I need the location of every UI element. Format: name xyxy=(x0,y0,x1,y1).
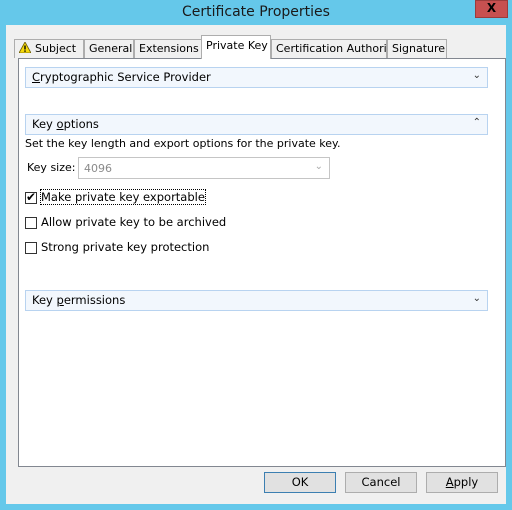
tab-label: Subject xyxy=(35,42,77,55)
apply-button[interactable]: Apply xyxy=(426,472,498,493)
tab-subject[interactable]: Subject xyxy=(14,39,84,58)
tab-extensions[interactable]: Extensions xyxy=(134,39,202,58)
chevron-up-icon: ⌃ xyxy=(472,117,481,128)
key-size-select[interactable]: 4096 ⌄ xyxy=(78,157,330,179)
tab-signature[interactable]: Signature xyxy=(387,39,447,58)
checkbox[interactable]: ✔ xyxy=(25,190,37,204)
ok-button[interactable]: OK xyxy=(264,472,336,493)
checkbox[interactable] xyxy=(25,217,37,229)
key-permissions-section-label: Key permissions xyxy=(32,293,126,307)
dialog-client: Subject General Extensions Private Key C… xyxy=(6,25,506,504)
csp-section-label: Cryptographic Service Provider xyxy=(32,70,211,84)
tab-label: Private Key xyxy=(206,39,268,52)
tab-general[interactable]: General xyxy=(84,39,134,58)
close-button[interactable]: X xyxy=(475,0,508,18)
key-options-description: Set the key length and export options fo… xyxy=(25,137,341,150)
chevron-down-icon: ⌄ xyxy=(472,70,481,81)
chevron-down-icon: ⌄ xyxy=(314,161,323,172)
key-permissions-section-header[interactable]: Key permissions ⌄ xyxy=(25,290,488,311)
window-title: Certificate Properties xyxy=(182,4,330,20)
tab-label: General xyxy=(89,42,133,55)
csp-section-header[interactable]: Cryptographic Service Provider ⌄ xyxy=(25,67,488,88)
key-size-value: 4096 xyxy=(84,162,112,175)
tab-label: Extensions xyxy=(139,42,199,55)
tab-label: Certification Authority xyxy=(276,42,398,55)
checkbox[interactable] xyxy=(25,242,37,254)
warning-icon xyxy=(19,42,31,53)
key-options-section-label: Key options xyxy=(32,117,99,131)
chevron-down-icon: ⌄ xyxy=(472,293,481,304)
checkbox-label: Strong private key protection xyxy=(41,240,210,254)
key-options-section-header[interactable]: Key options ⌃ xyxy=(25,114,488,135)
checkmark-icon: ✔ xyxy=(26,190,37,204)
checkbox-label: Allow private key to be archived xyxy=(41,215,227,229)
tab-label: Signature xyxy=(392,42,446,55)
checkbox-label: Make private key exportable xyxy=(40,189,206,205)
key-size-label: Key size: xyxy=(27,161,76,174)
tab-panel-private-key: Cryptographic Service Provider ⌄ Key opt… xyxy=(18,58,506,467)
tab-certification-authority[interactable]: Certification Authority xyxy=(271,39,398,58)
tab-private-key[interactable]: Private Key xyxy=(201,35,271,59)
cancel-button[interactable]: Cancel xyxy=(345,472,417,493)
